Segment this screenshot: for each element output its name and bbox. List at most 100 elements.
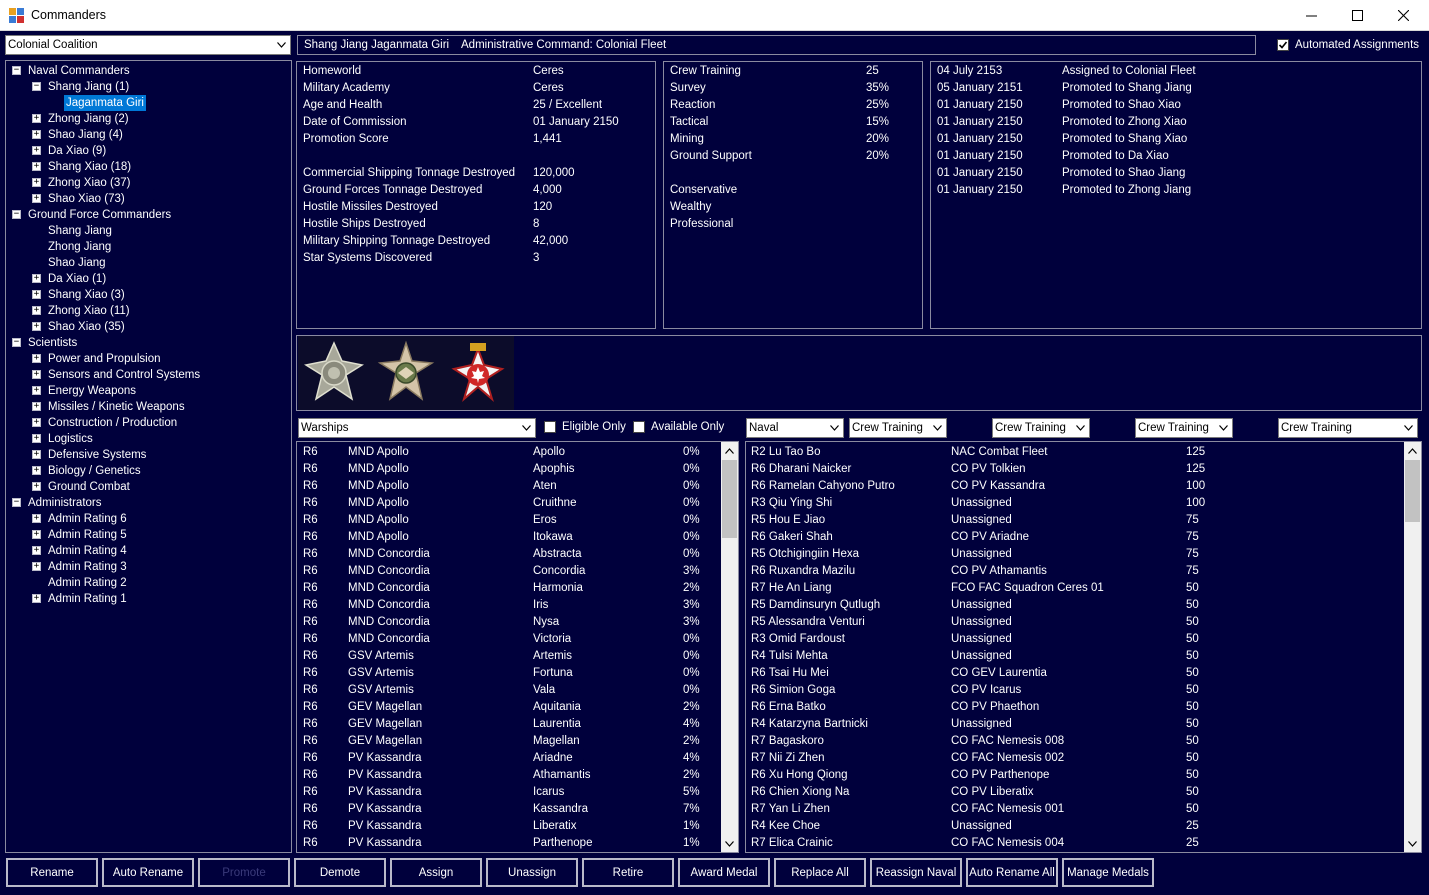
expand-icon[interactable]: +: [32, 450, 41, 459]
expand-icon[interactable]: +: [32, 530, 41, 539]
manage-medals-button[interactable]: Manage Medals: [1062, 858, 1154, 887]
table-row[interactable]: R6 Chien Xiong Na CO PV Liberatix 50: [746, 784, 1404, 801]
replace-all-button[interactable]: Replace All: [774, 858, 866, 887]
table-row[interactable]: R6 MND Concordia Nysa 3%: [297, 614, 721, 631]
table-row[interactable]: R6 MND Apollo Itokawa 0%: [297, 529, 721, 546]
table-row[interactable]: R6 Dharani Naicker CO PV Tolkien 125: [746, 461, 1404, 478]
retire-button[interactable]: Retire: [582, 858, 674, 887]
tree-item[interactable]: Zhong Jiang: [6, 239, 290, 255]
scroll-down-icon[interactable]: [721, 835, 738, 852]
tree-item[interactable]: − Shang Jiang (1): [6, 79, 290, 95]
tree-item[interactable]: + Shao Jiang (4): [6, 127, 290, 143]
expand-icon[interactable]: +: [32, 514, 41, 523]
expand-icon[interactable]: +: [32, 546, 41, 555]
tree-item[interactable]: Shang Jiang: [6, 223, 290, 239]
table-row[interactable]: R6 Xu Hong Qiong CO PV Parthenope 50: [746, 767, 1404, 784]
expand-icon[interactable]: +: [32, 434, 41, 443]
table-row[interactable]: R4 Tulsi Mehta Unassigned 50: [746, 648, 1404, 665]
officers-scrollbar[interactable]: [1404, 442, 1421, 852]
collapse-icon[interactable]: −: [12, 210, 21, 219]
expand-icon[interactable]: +: [32, 130, 41, 139]
table-row[interactable]: R6 MND Concordia Victoria 0%: [297, 631, 721, 648]
tree-item[interactable]: + Missiles / Kinetic Weapons: [6, 399, 290, 415]
table-row[interactable]: R6 MND Apollo Eros 0%: [297, 512, 721, 529]
table-row[interactable]: R7 Bagaskoro CO FAC Nemesis 008 50: [746, 733, 1404, 750]
tree-item[interactable]: + Shang Xiao (18): [6, 159, 290, 175]
expand-icon[interactable]: +: [32, 418, 41, 427]
table-row[interactable]: R6 PV Kassandra Kassandra 7%: [297, 801, 721, 818]
table-row[interactable]: R6 GEV Magellan Laurentia 4%: [297, 716, 721, 733]
expand-icon[interactable]: +: [32, 402, 41, 411]
table-row[interactable]: R6 Erna Batko CO PV Phaethon 50: [746, 699, 1404, 716]
tree-item[interactable]: + Admin Rating 3: [6, 559, 290, 575]
eligible-only-checkbox[interactable]: [544, 421, 556, 433]
table-row[interactable]: R6 MND Concordia Abstracta 0%: [297, 546, 721, 563]
expand-icon[interactable]: +: [32, 290, 41, 299]
scroll-up-icon[interactable]: [721, 442, 738, 459]
minimize-icon[interactable]: [1288, 0, 1334, 31]
scroll-up-icon[interactable]: [1404, 442, 1421, 459]
tree-item[interactable]: Jaganmata Giri: [6, 95, 290, 111]
table-row[interactable]: R5 Otchigingiin Hexa Unassigned 75: [746, 546, 1404, 563]
table-row[interactable]: R6 MND Concordia Iris 3%: [297, 597, 721, 614]
table-row[interactable]: R6 Simion Goga CO PV Icarus 50: [746, 682, 1404, 699]
table-row[interactable]: R6 MND Apollo Apophis 0%: [297, 461, 721, 478]
table-row[interactable]: R7 Nii Zi Zhen CO FAC Nemesis 002 50: [746, 750, 1404, 767]
expand-icon[interactable]: +: [32, 370, 41, 379]
table-row[interactable]: R4 Katarzyna Bartnicki Unassigned 50: [746, 716, 1404, 733]
collapse-icon[interactable]: −: [12, 498, 21, 507]
tree-item[interactable]: + Da Xiao (9): [6, 143, 290, 159]
table-row[interactable]: R6 MND Apollo Aten 0%: [297, 478, 721, 495]
unassign-button[interactable]: Unassign: [486, 858, 578, 887]
expand-icon[interactable]: +: [32, 466, 41, 475]
tree-item[interactable]: + Energy Weapons: [6, 383, 290, 399]
table-row[interactable]: R6 GSV Artemis Vala 0%: [297, 682, 721, 699]
table-row[interactable]: R6 MND Concordia Harmonia 2%: [297, 580, 721, 597]
tree-item[interactable]: + Shang Xiao (3): [6, 287, 290, 303]
award-medal-button[interactable]: Award Medal: [678, 858, 770, 887]
tree-item[interactable]: + Zhong Xiao (11): [6, 303, 290, 319]
commander-tree[interactable]: − Naval Commanders − Shang Jiang (1) Jaganma…: [5, 60, 292, 853]
table-row[interactable]: R4 Kee Choe Unassigned 25: [746, 818, 1404, 835]
expand-icon[interactable]: +: [32, 194, 41, 203]
expand-icon[interactable]: +: [32, 274, 41, 283]
collapse-icon[interactable]: −: [12, 66, 21, 75]
auto-rename-button[interactable]: Auto Rename: [102, 858, 194, 887]
ship-type-select[interactable]: Warships: [298, 418, 536, 438]
expand-icon[interactable]: +: [32, 162, 41, 171]
tree-item[interactable]: + Zhong Xiao (37): [6, 175, 290, 191]
table-row[interactable]: R6 PV Kassandra Liberatix 1%: [297, 818, 721, 835]
reassign-naval-button[interactable]: Reassign Naval: [870, 858, 962, 887]
officer-filter-select-3[interactable]: Crew Training: [992, 418, 1090, 438]
tree-item[interactable]: + Defensive Systems: [6, 447, 290, 463]
table-row[interactable]: R2 Lu Tao Bo NAC Combat Fleet 125: [746, 444, 1404, 461]
table-row[interactable]: R6 MND Apollo Cruithne 0%: [297, 495, 721, 512]
tree-item[interactable]: + Power and Propulsion: [6, 351, 290, 367]
table-row[interactable]: R7 Yan Li Zhen CO FAC Nemesis 001 50: [746, 801, 1404, 818]
expand-icon[interactable]: +: [32, 562, 41, 571]
scroll-down-icon[interactable]: [1404, 835, 1421, 852]
table-row[interactable]: R6 MND Concordia Concordia 3%: [297, 563, 721, 580]
table-row[interactable]: R3 Omid Fardoust Unassigned 50: [746, 631, 1404, 648]
table-row[interactable]: R6 Ruxandra Mazilu CO PV Athamantis 75: [746, 563, 1404, 580]
table-row[interactable]: R5 Damdinsuryn Qutlugh Unassigned 50: [746, 597, 1404, 614]
tree-item[interactable]: + Biology / Genetics: [6, 463, 290, 479]
tree-item[interactable]: + Zhong Jiang (2): [6, 111, 290, 127]
tree-item[interactable]: + Sensors and Control Systems: [6, 367, 290, 383]
table-row[interactable]: R6 GSV Artemis Artemis 0%: [297, 648, 721, 665]
table-row[interactable]: R6 PV Kassandra Athamantis 2%: [297, 767, 721, 784]
tree-item[interactable]: + Construction / Production: [6, 415, 290, 431]
tree-item[interactable]: Shao Jiang: [6, 255, 290, 271]
tree-item[interactable]: + Shao Xiao (35): [6, 319, 290, 335]
demote-button[interactable]: Demote: [294, 858, 386, 887]
table-row[interactable]: R6 PV Kassandra Parthenope 1%: [297, 835, 721, 852]
tree-item[interactable]: − Ground Force Commanders: [6, 207, 290, 223]
close-icon[interactable]: [1380, 0, 1426, 31]
tree-item[interactable]: + Shao Xiao (73): [6, 191, 290, 207]
maximize-icon[interactable]: [1334, 0, 1380, 31]
tree-item[interactable]: + Admin Rating 5: [6, 527, 290, 543]
table-row[interactable]: R6 PV Kassandra Icarus 5%: [297, 784, 721, 801]
expand-icon[interactable]: +: [32, 322, 41, 331]
rename-button[interactable]: Rename: [6, 858, 98, 887]
table-row[interactable]: R6 GEV Magellan Magellan 2%: [297, 733, 721, 750]
